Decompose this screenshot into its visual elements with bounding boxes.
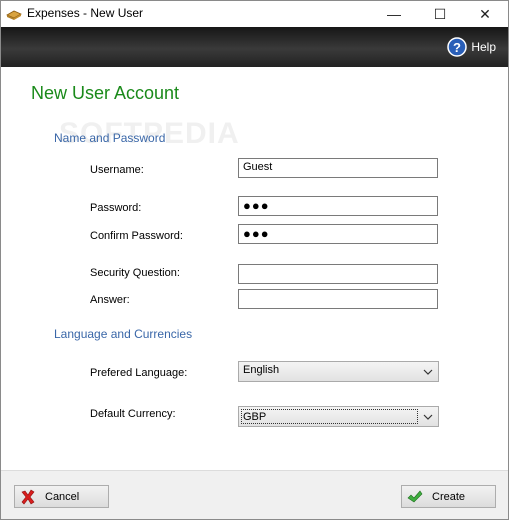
cancel-button[interactable]: Cancel bbox=[14, 485, 109, 508]
currency-select[interactable]: GBP bbox=[238, 406, 439, 427]
help-label: Help bbox=[471, 40, 496, 54]
security-question-field[interactable] bbox=[238, 264, 438, 284]
svg-text:?: ? bbox=[453, 40, 461, 55]
page-title: New User Account bbox=[31, 83, 180, 103]
username-label: Username: bbox=[90, 164, 144, 176]
confirm-password-field[interactable]: ●●● bbox=[238, 224, 438, 244]
username-field[interactable]: Guest bbox=[238, 158, 438, 178]
chevron-down-icon bbox=[423, 369, 433, 375]
book-icon bbox=[6, 10, 22, 20]
section-language-currencies: Language and Currencies bbox=[54, 327, 193, 341]
cancel-label: Cancel bbox=[45, 490, 80, 503]
maximize-button[interactable]: ☐ bbox=[417, 1, 463, 27]
security-question-label: Security Question: bbox=[90, 267, 180, 279]
chevron-down-icon bbox=[423, 414, 433, 420]
language-select[interactable]: English bbox=[238, 361, 439, 382]
confirm-password-label: Confirm Password: bbox=[90, 230, 183, 242]
create-button[interactable]: Create bbox=[401, 485, 496, 508]
help-button[interactable]: ? Help bbox=[447, 34, 496, 60]
red-x-icon bbox=[21, 489, 35, 504]
minimize-button[interactable]: — bbox=[371, 1, 417, 27]
title-bar[interactable]: Expenses - New User — ☐ ✕ bbox=[1, 1, 508, 27]
green-check-icon bbox=[407, 490, 423, 502]
password-field[interactable]: ●●● bbox=[238, 196, 438, 216]
password-label: Password: bbox=[90, 202, 142, 214]
window-title: Expenses - New User bbox=[27, 6, 144, 20]
question-circle-icon: ? bbox=[447, 37, 468, 57]
currency-value: GBP bbox=[241, 409, 418, 424]
close-button[interactable]: ✕ bbox=[462, 1, 508, 27]
app-window: Expenses - New User — ☐ ✕ ? Help SOFTPED… bbox=[0, 0, 509, 520]
answer-label: Answer: bbox=[90, 294, 130, 306]
toolbar: ? Help bbox=[1, 27, 508, 67]
button-bar: Cancel Create bbox=[1, 470, 508, 519]
create-label: Create bbox=[432, 490, 466, 503]
currency-label: Default Currency: bbox=[90, 408, 176, 420]
answer-field[interactable] bbox=[238, 289, 438, 309]
section-name-password: Name and Password bbox=[54, 131, 166, 145]
language-value: English bbox=[243, 364, 280, 376]
language-label: Prefered Language: bbox=[90, 367, 188, 379]
form-area: SOFTPEDIA New User Account Name and Pass… bbox=[1, 67, 508, 470]
